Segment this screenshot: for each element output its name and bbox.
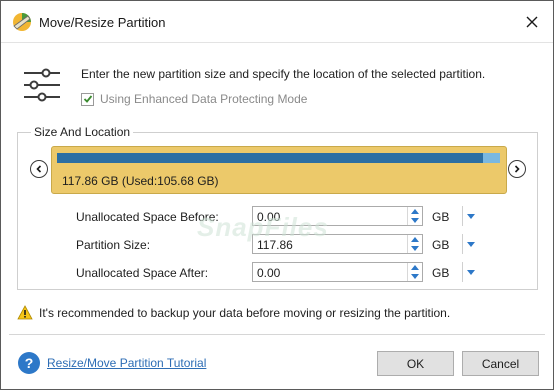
sliders-icon xyxy=(22,67,62,103)
unit-dropdown-button[interactable] xyxy=(462,234,478,254)
unallocated-before-input[interactable]: 0.00 xyxy=(252,206,423,226)
unallocated-before-spinner xyxy=(407,207,422,225)
ok-button[interactable]: OK xyxy=(377,351,454,376)
checkmark-icon xyxy=(83,95,92,103)
spin-up-button[interactable] xyxy=(408,263,422,272)
close-button[interactable] xyxy=(511,1,553,43)
spin-down-icon xyxy=(411,218,419,223)
unit-dropdown-button[interactable] xyxy=(462,206,478,226)
unallocated-after-value[interactable]: 0.00 xyxy=(257,266,280,280)
close-icon xyxy=(526,16,538,28)
partition-size-unit: GB xyxy=(432,238,450,252)
spin-down-button[interactable] xyxy=(408,244,422,253)
unallocated-after-input[interactable]: 0.00 xyxy=(252,262,423,282)
partition-size-spinner xyxy=(407,235,422,253)
usage-bar xyxy=(57,153,500,163)
partition-size-label-field: Partition Size: xyxy=(76,238,151,252)
spin-down-icon xyxy=(411,274,419,279)
chevron-down-icon xyxy=(466,269,475,275)
spin-up-button[interactable] xyxy=(408,207,422,216)
move-resize-dialog: Move/Resize Partition Enter the new part… xyxy=(0,0,554,390)
chevron-left-icon xyxy=(36,165,42,173)
cancel-button[interactable]: Cancel xyxy=(462,351,539,376)
partition-wizard-icon xyxy=(11,11,33,33)
warning-icon xyxy=(17,305,33,320)
unallocated-after-unit: GB xyxy=(432,266,450,280)
usage-bar-fill xyxy=(57,153,484,163)
spin-down-icon xyxy=(411,246,419,251)
size-location-title: Size And Location xyxy=(31,125,134,139)
warning-text: It's recommended to backup your data bef… xyxy=(39,306,451,320)
unallocated-before-unit: GB xyxy=(432,210,450,224)
partition-size-value[interactable]: 117.86 xyxy=(257,238,293,252)
unallocated-before-value[interactable]: 0.00 xyxy=(257,210,280,224)
enhanced-protection-label: Using Enhanced Data Protecting Mode xyxy=(100,92,308,106)
spin-down-button[interactable] xyxy=(408,272,422,281)
tutorial-link[interactable]: Resize/Move Partition Tutorial xyxy=(47,356,206,370)
enhanced-protection-checkbox[interactable] xyxy=(81,92,94,106)
spin-up-icon xyxy=(411,209,419,214)
unallocated-after-label: Unallocated Space After: xyxy=(76,266,209,280)
instruction-text: Enter the new partition size and specify… xyxy=(81,67,486,81)
spin-up-icon xyxy=(411,265,419,270)
footer-divider xyxy=(9,334,545,335)
spin-down-button[interactable] xyxy=(408,216,422,225)
chevron-down-icon xyxy=(466,213,475,219)
unit-dropdown-button[interactable] xyxy=(462,262,478,282)
spin-up-icon xyxy=(411,237,419,242)
chevron-right-icon xyxy=(514,165,520,173)
partition-block[interactable]: 117.86 GB (Used:105.68 GB) xyxy=(51,146,507,194)
window-title: Move/Resize Partition xyxy=(39,15,166,30)
title-bar: Move/Resize Partition xyxy=(1,1,553,43)
move-right-button[interactable] xyxy=(508,160,526,178)
unallocated-after-spinner xyxy=(407,263,422,281)
enhanced-protection-option[interactable]: Using Enhanced Data Protecting Mode xyxy=(81,92,307,106)
spin-up-button[interactable] xyxy=(408,235,422,244)
unallocated-before-label: Unallocated Space Before: xyxy=(76,210,219,224)
chevron-down-icon xyxy=(466,241,475,247)
partition-size-label: 117.86 GB (Used:105.68 GB) xyxy=(62,174,219,188)
move-left-button[interactable] xyxy=(30,160,48,178)
help-icon[interactable]: ? xyxy=(18,352,40,374)
partition-size-input[interactable]: 117.86 xyxy=(252,234,423,254)
